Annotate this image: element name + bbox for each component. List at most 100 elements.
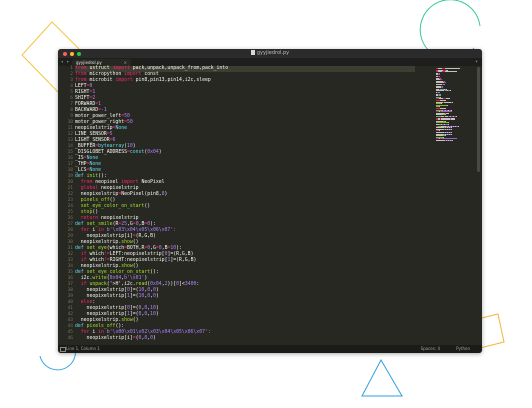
tab-bar: ◂ ▸ gyyjiedrol.py × ▾	[58, 58, 482, 66]
cursor-position: Line 1, Column 1	[66, 346, 100, 351]
code-token: LEFT	[75, 84, 87, 89]
code-token: )	[144, 276, 148, 281]
code-token: ()	[92, 210, 99, 215]
code-token: which	[89, 258, 104, 263]
code-token: 3400	[184, 282, 197, 287]
code-token: 1	[98, 102, 101, 107]
tab-file[interactable]: gyyjiedrol.py ×	[72, 59, 131, 66]
tab-nav-arrows[interactable]: ◂ ▸	[58, 58, 72, 66]
code-token: )	[158, 150, 162, 155]
minimap-line	[445, 71, 457, 73]
code-token: const	[129, 150, 145, 155]
minimap-line	[436, 140, 445, 141]
tab-label: gyyjiedrol.py	[76, 60, 102, 65]
code-token: if	[75, 282, 90, 287]
code-token: def	[75, 246, 87, 251]
minimap-line	[458, 125, 459, 127]
code-token: ()	[109, 198, 116, 203]
code-token: LINE_SENSOR	[75, 132, 107, 137]
code-token: 50	[124, 114, 130, 119]
code-token: set_eye_color_on_start	[86, 270, 151, 275]
code-token: )	[164, 192, 168, 197]
code-token: (which	[106, 246, 125, 251]
code-token: which	[89, 252, 104, 257]
code-token: read	[135, 282, 148, 287]
code-token: LIGHT_SENSOR	[75, 138, 110, 143]
window-title: gyyjiedrol.py	[58, 49, 482, 58]
code-token: ]=(	[129, 294, 139, 299]
code-token: RIGHT	[109, 258, 125, 263]
minimap-line	[445, 135, 446, 137]
tab-menu-icon[interactable]: ▾	[475, 58, 478, 66]
code-token: set_eye	[86, 246, 107, 251]
minimap-line	[446, 98, 450, 100]
code-token: b'\x01'	[124, 276, 145, 281]
code-token: neopixelstrip[	[75, 306, 127, 311]
code-token: 0x04	[147, 150, 159, 155]
code-token: def	[75, 270, 87, 275]
file-icon	[250, 50, 255, 55]
code-token: :neopixelstrip[	[124, 258, 168, 263]
code-token: init	[86, 174, 99, 179]
code-token: ():	[98, 174, 107, 179]
code-token: else	[75, 300, 93, 305]
minimap[interactable]	[434, 66, 472, 345]
tab-close-icon[interactable]: ×	[124, 59, 127, 66]
code-token: write	[92, 276, 107, 281]
code-token: ustruct	[89, 66, 113, 71]
indentation-setting[interactable]: Spaces: 4	[421, 345, 440, 353]
code-token: from	[75, 66, 90, 71]
code-token: global	[75, 186, 101, 191]
code-token: ]=(	[129, 306, 139, 311]
minimap-line	[450, 90, 451, 92]
code-token: neopixelstrip	[101, 186, 139, 191]
scrollbar[interactable]	[477, 67, 480, 172]
code-token: RIGHT	[75, 90, 90, 95]
code-token: ()	[132, 318, 139, 323]
syntax-setting[interactable]: Python	[456, 345, 470, 353]
code-token: b'\x03\x04\x05\x06\x07':	[106, 228, 177, 233]
code-token: neopixelstrip.	[75, 264, 122, 269]
code-token: import	[112, 66, 133, 71]
code-token: micropython	[89, 72, 125, 77]
code-token: FORWARD	[75, 102, 96, 107]
code-token: return	[75, 216, 101, 221]
minimap-line	[451, 133, 452, 135]
code-token: NeoPixel	[121, 192, 145, 197]
minimap-line	[447, 104, 448, 106]
code-token: neopixel	[95, 180, 122, 185]
code-token: i2c.	[75, 276, 93, 281]
code-token: )	[155, 294, 159, 299]
code-token: neopixelstrip	[75, 126, 113, 131]
code-token: ))[	[167, 282, 177, 287]
code-token: neopixelstrip	[75, 234, 125, 239]
code-editor[interactable]: 1 from ustruct import pack,unpack,unpack_…	[68, 66, 435, 345]
code-token: 2	[92, 96, 96, 101]
code-token: in	[98, 228, 107, 233]
code-token: import	[115, 78, 136, 83]
code-token: 0x04	[109, 276, 122, 281]
code-token: [i]	[124, 234, 133, 239]
minimap-line	[452, 101, 453, 103]
code-token: def	[75, 174, 87, 179]
code-token: ]=(	[129, 288, 139, 293]
code-token: neopixelstrip.	[75, 240, 122, 245]
code-line: neopixelstrip[i]=(0,0,0)	[75, 336, 156, 342]
code-line: from microbit import pin8,pin13,pin14,i2…	[75, 78, 211, 84]
code-token: import	[124, 72, 145, 77]
code-token: None	[89, 168, 102, 173]
minimap-line	[446, 112, 449, 114]
minimap-line	[443, 84, 445, 85]
code-token: -1	[101, 108, 107, 113]
code-token: _THP	[75, 162, 87, 167]
code-token: ()	[144, 204, 151, 209]
code-token: in	[98, 330, 107, 335]
code-token: (R,G,B)	[135, 234, 156, 239]
code-token: _BUFFER	[75, 144, 96, 149]
minimap-line	[451, 119, 455, 121]
code-token: ('>H',i2c.	[106, 282, 136, 287]
code-token: from	[75, 180, 96, 185]
code-token: BACKWARD	[75, 108, 99, 113]
code-token: )	[155, 312, 159, 317]
code-token: ]=(	[129, 312, 139, 317]
